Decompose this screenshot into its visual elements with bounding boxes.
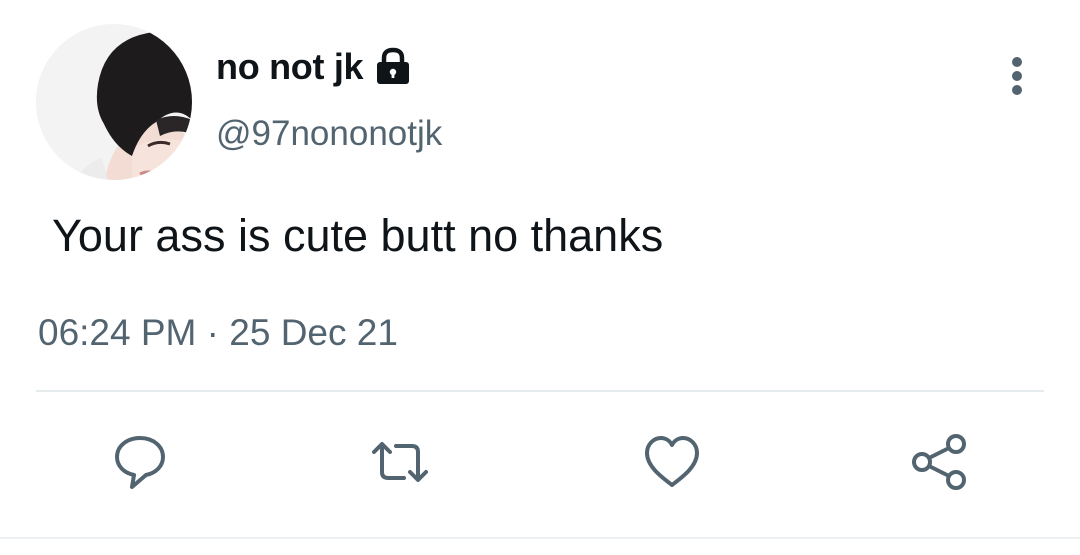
timestamp-separator: · xyxy=(206,312,219,353)
share-button[interactable] xyxy=(908,430,972,494)
display-name[interactable]: no not jk xyxy=(216,44,415,90)
tweet-timestamp[interactable]: 06:24 PM · 25 Dec 21 xyxy=(38,310,398,356)
user-handle[interactable]: @97nononotjk xyxy=(216,112,442,156)
avatar[interactable] xyxy=(36,24,192,180)
like-button[interactable] xyxy=(640,430,704,494)
tweet-time: 06:24 PM xyxy=(38,312,197,353)
divider xyxy=(36,390,1044,392)
heart-icon xyxy=(645,436,699,487)
more-options-icon[interactable] xyxy=(1002,54,1032,98)
share-nodes-icon xyxy=(912,434,966,490)
avatar-image xyxy=(36,24,192,180)
tweet-card: no not jk @97nononotjk Your ass is cute … xyxy=(0,0,1080,555)
display-name-text: no not jk xyxy=(216,46,364,87)
tweet-text: Your ass is cute butt no thanks xyxy=(52,210,664,261)
tweet-date: 25 Dec 21 xyxy=(229,312,398,353)
retweet-arrows-icon xyxy=(372,442,428,482)
reply-button[interactable] xyxy=(108,430,172,494)
speech-bubble-icon xyxy=(115,436,165,489)
lock-icon xyxy=(371,47,415,87)
retweet-button[interactable] xyxy=(368,430,432,494)
bottom-border xyxy=(0,537,1080,539)
